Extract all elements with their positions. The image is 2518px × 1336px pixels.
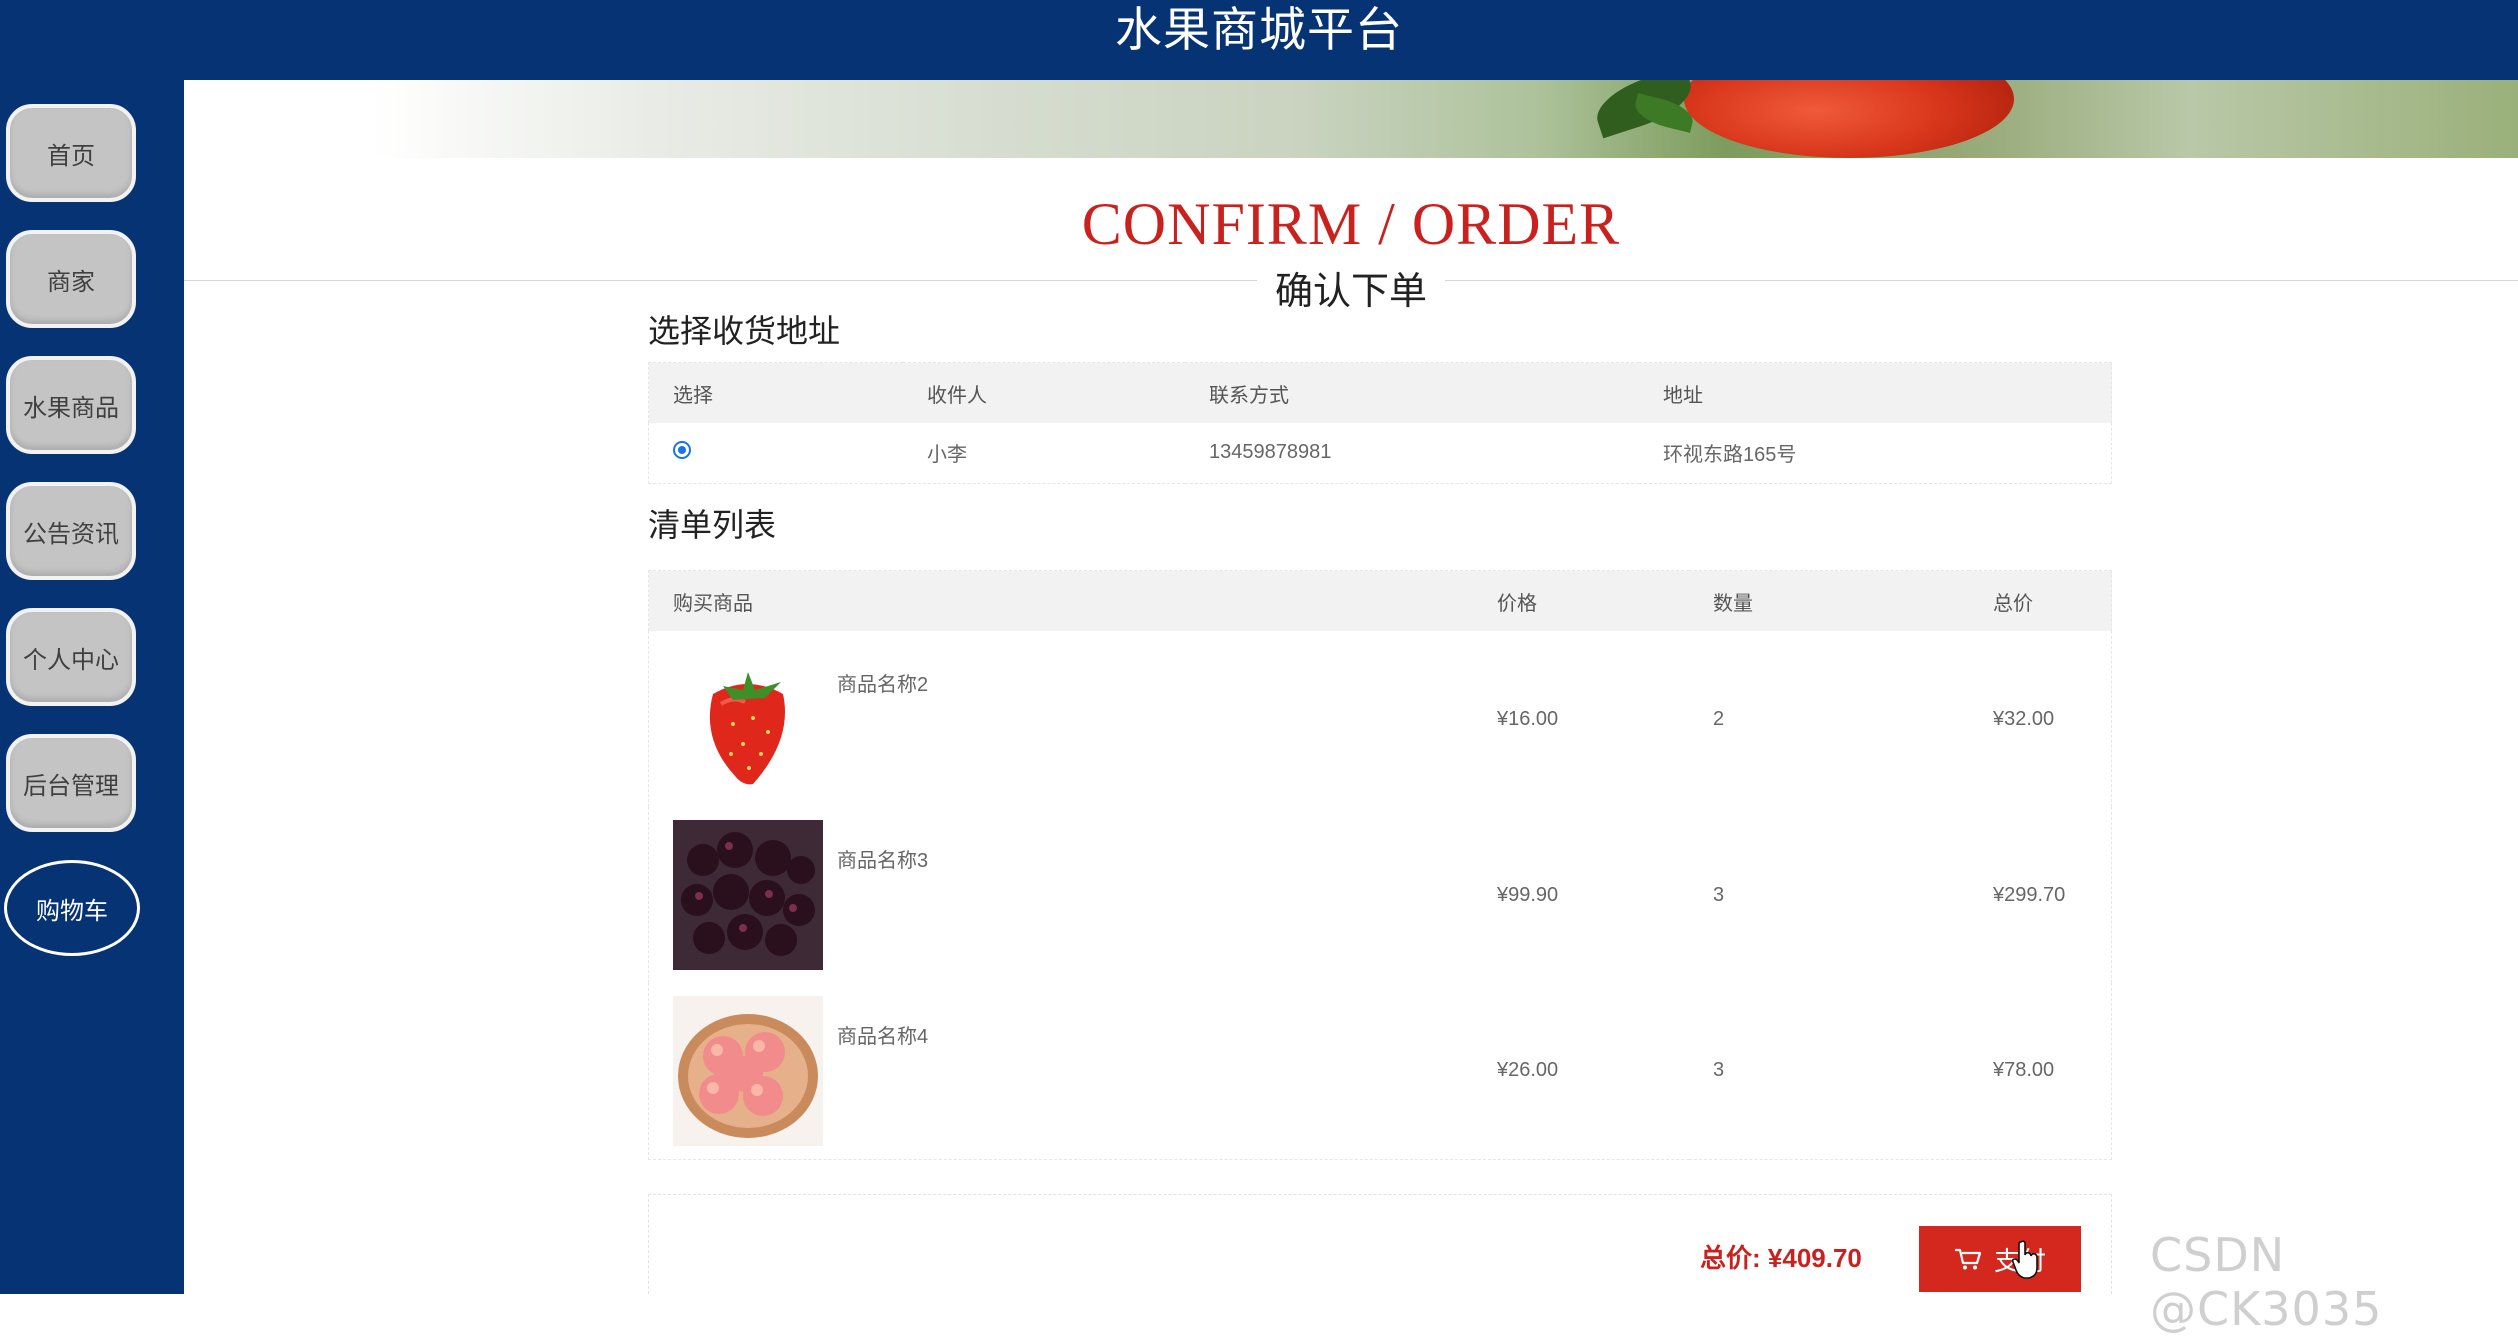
- column-header: 联系方式: [1185, 362, 1639, 423]
- section-title-en: CONFIRM / ORDER: [1081, 191, 1621, 257]
- column-header: 价格: [1473, 570, 1689, 631]
- sidebar-item-fruit-products[interactable]: 水果商品: [6, 356, 136, 454]
- sidebar-item-admin[interactable]: 后台管理: [6, 734, 136, 832]
- address-heading: 选择收货地址: [648, 313, 841, 349]
- product-price: ¥99.90: [1497, 883, 1559, 906]
- table-header-row: 购买商品 价格 数量 总价: [648, 570, 2112, 631]
- column-header: 收件人: [903, 362, 1185, 423]
- watermark: CSDN @CK3035: [2150, 1228, 2383, 1336]
- recipient-address: 环视东路165号: [1663, 444, 1797, 467]
- sidebar-nav: 首页 商家 水果商品 公告资讯 个人中心 后台管理 购物车: [0, 80, 184, 1294]
- sidebar-item-announcements[interactable]: 公告资讯: [6, 482, 136, 580]
- order-total: 总价: ¥409.70: [1700, 1238, 1862, 1275]
- column-header: 选择: [648, 362, 903, 423]
- product-cell: 商品名称2: [649, 631, 1474, 807]
- sidebar-item-cart[interactable]: 购物车: [4, 860, 140, 956]
- column-header: 总价: [1969, 570, 2112, 631]
- cart-icon: [1954, 1248, 1982, 1270]
- table-row: 商品名称2 ¥16.00 2 ¥32.00: [649, 631, 2112, 807]
- column-header: 购买商品: [648, 570, 1473, 631]
- product-qty: 3: [1713, 1059, 1725, 1082]
- top-header: 水果商城平台: [0, 0, 2518, 80]
- product-name: 商品名称3: [837, 850, 929, 872]
- sidebar-item-personal-center[interactable]: 个人中心: [6, 608, 136, 706]
- sidebar-item-merchants[interactable]: 商家: [6, 230, 136, 328]
- hero-banner: [184, 80, 2518, 158]
- banner-fruit-image: [1684, 80, 2014, 158]
- product-name: 商品名称4: [837, 1025, 929, 1048]
- product-cell: 商品名称4: [649, 983, 1474, 1159]
- table-row[interactable]: 小李 13459878981 环视东路165号: [649, 423, 2112, 483]
- section-title-cn: 确认下单: [1256, 260, 1446, 315]
- product-price: ¥16.00: [1497, 707, 1559, 730]
- product-total: ¥78.00: [1993, 1059, 2055, 1082]
- table-header-row: 选择 收件人 联系方式 地址: [648, 362, 2112, 423]
- pay-button[interactable]: 支付: [1919, 1226, 2081, 1292]
- total-label: 总价:: [1700, 1243, 1761, 1273]
- product-name: 商品名称2: [837, 674, 929, 696]
- hand-cursor-icon: [2012, 1240, 2038, 1279]
- peach-image: [673, 995, 823, 1146]
- column-header: 地址: [1639, 362, 2112, 423]
- column-header: 数量: [1689, 570, 1969, 631]
- address-table: 选择 收件人 联系方式 地址 小李 13459878981 环视东路165号: [648, 362, 2112, 484]
- product-price: ¥26.00: [1497, 1059, 1559, 1082]
- product-qty: 3: [1713, 883, 1725, 906]
- order-summary-box: [648, 1194, 2112, 1294]
- orderlist-heading: 清单列表: [648, 507, 777, 543]
- recipient-phone: 13459878981: [1209, 441, 1332, 464]
- mulberry-image: [673, 820, 823, 970]
- product-total: ¥32.00: [1993, 707, 2055, 730]
- sidebar-item-home[interactable]: 首页: [6, 104, 136, 202]
- recipient-name: 小李: [927, 444, 967, 467]
- table-row: 商品名称3 ¥99.90 3 ¥299.70: [649, 807, 2112, 983]
- total-value: ¥409.70: [1767, 1243, 1862, 1273]
- address-select-cell[interactable]: [649, 423, 904, 483]
- product-qty: 2: [1713, 707, 1725, 730]
- product-cell: 商品名称3: [649, 807, 1474, 983]
- section-heading: CONFIRM / ORDER 确认下单: [184, 178, 2518, 315]
- table-row: 商品名称4 ¥26.00 3 ¥78.00: [649, 983, 2112, 1159]
- site-title: 水果商城平台: [1115, 3, 1403, 56]
- strawberry-image: [673, 644, 823, 794]
- order-items-table: 购买商品 价格 数量 总价 商品名称2 ¥16.00 2 ¥32.00 商品名称…: [648, 570, 2112, 1160]
- product-total: ¥299.70: [1993, 883, 2066, 906]
- address-radio[interactable]: [673, 440, 691, 459]
